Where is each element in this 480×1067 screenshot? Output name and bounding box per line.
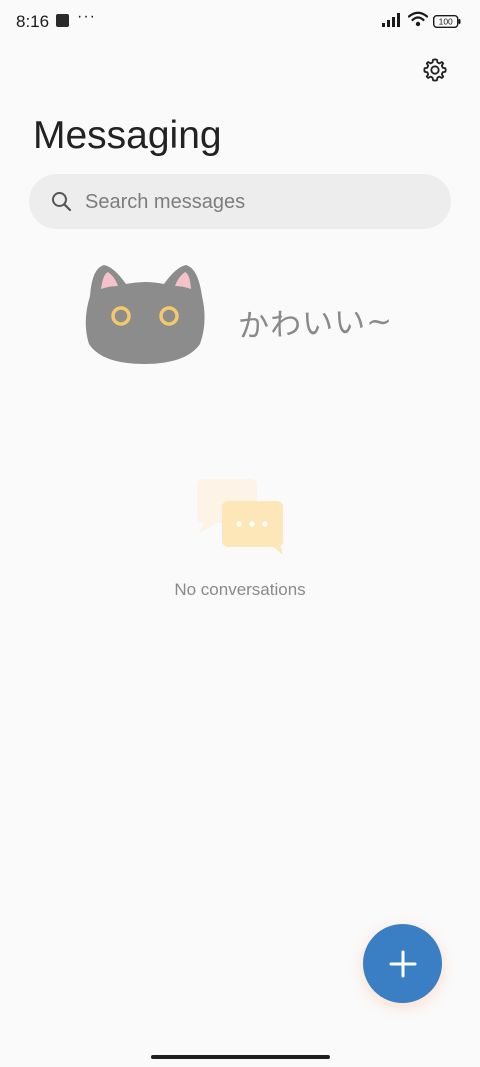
battery-icon: 100 [433, 15, 461, 28]
home-indicator[interactable] [151, 1055, 330, 1059]
search-input[interactable] [83, 174, 427, 231]
search-bar[interactable] [29, 174, 451, 231]
cat-caption: かわいい~ [237, 303, 394, 345]
battery-level: 100 [439, 17, 453, 27]
plus-icon [389, 950, 416, 977]
page-title: Messaging [33, 114, 222, 157]
settings-button[interactable] [420, 55, 450, 85]
wifi-icon [408, 11, 428, 27]
more-notifications-icon: ··· [77, 8, 96, 25]
gear-icon [423, 58, 447, 82]
new-conversation-button[interactable] [363, 924, 442, 1003]
chat-bubbles-icon [197, 479, 283, 555]
notification-icon [56, 14, 69, 27]
status-bar: 8:16 ··· 100 [0, 0, 480, 44]
empty-state-text: No conversations [174, 580, 306, 599]
cat-illustration [85, 265, 205, 364]
search-icon [52, 192, 72, 212]
messaging-screen: 8:16 ··· 100 Messaging Search messages か… [0, 0, 480, 1067]
signal-icon [382, 13, 400, 27]
status-time: 8:16 [16, 12, 50, 31]
